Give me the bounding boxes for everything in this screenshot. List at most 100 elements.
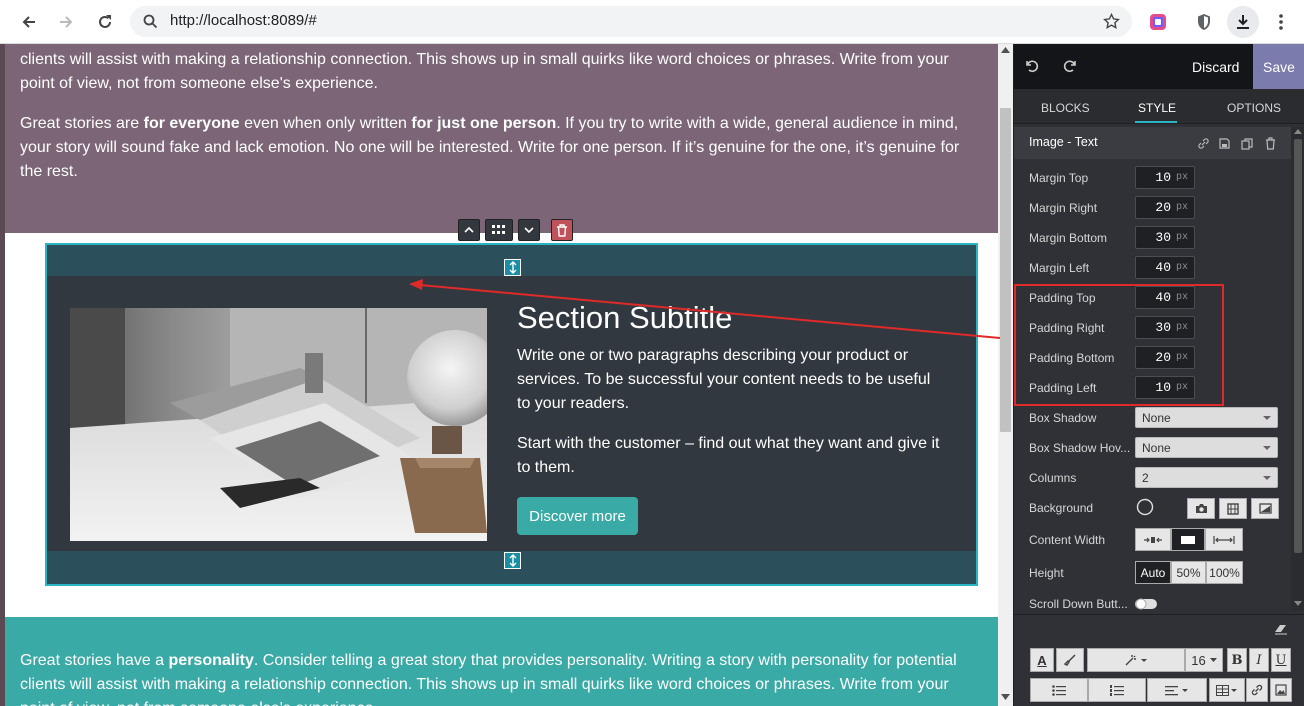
laptop-photo[interactable] bbox=[70, 308, 487, 541]
snippet-header: Image - Text bbox=[1014, 127, 1291, 159]
width-full-icon[interactable] bbox=[1205, 528, 1243, 551]
margin-left-label: Margin Left bbox=[1029, 261, 1090, 275]
margin-left-input[interactable]: 40 px bbox=[1135, 256, 1195, 279]
eraser-icon[interactable] bbox=[1274, 623, 1288, 635]
forward-icon[interactable] bbox=[50, 6, 82, 38]
web-page: clients will assist with making a relati… bbox=[0, 44, 1013, 706]
reload-icon[interactable] bbox=[89, 6, 121, 38]
box-shadow-select[interactable]: None bbox=[1135, 407, 1278, 428]
width-small-icon[interactable] bbox=[1135, 528, 1171, 551]
chevron-down-icon bbox=[1263, 476, 1271, 480]
snippet-toolbar bbox=[458, 219, 573, 241]
background-color-swatch-icon[interactable] bbox=[1136, 498, 1154, 516]
numbered-list-icon[interactable] bbox=[1088, 678, 1146, 702]
scroll-up-icon[interactable] bbox=[1001, 47, 1010, 53]
page-scrollbar[interactable] bbox=[998, 44, 1013, 706]
margin-right-label: Margin Right bbox=[1029, 201, 1098, 215]
margin-right-input[interactable]: 20 px bbox=[1135, 196, 1195, 219]
menu-kebab-icon[interactable] bbox=[1265, 6, 1297, 38]
discard-button[interactable]: Discard bbox=[1192, 59, 1239, 75]
resize-top-handle-icon[interactable] bbox=[504, 259, 521, 276]
drag-grid-icon[interactable] bbox=[485, 219, 513, 241]
customer-paragraph[interactable]: Start with the customer – find out what … bbox=[517, 432, 942, 480]
magic-wand-dropdown-icon[interactable] bbox=[1087, 648, 1185, 672]
scroll-down-icon[interactable] bbox=[1294, 601, 1302, 606]
bullet-list-icon[interactable] bbox=[1030, 678, 1088, 702]
snippet-title: Image - Text bbox=[1029, 135, 1098, 149]
box-shadow-hover-select[interactable]: None bbox=[1135, 437, 1278, 458]
redo-icon[interactable] bbox=[1063, 59, 1078, 73]
editor-scroll-thumb[interactable] bbox=[1294, 139, 1302, 553]
save-snippet-icon[interactable] bbox=[1219, 138, 1230, 149]
insert-image-icon[interactable] bbox=[1270, 678, 1292, 702]
columns-select[interactable]: 2 bbox=[1135, 467, 1278, 488]
margin-left-value: 40 bbox=[1155, 260, 1171, 275]
scroll-down-icon[interactable] bbox=[1001, 694, 1010, 700]
font-size-select[interactable]: 16 bbox=[1185, 648, 1223, 672]
height-50-button[interactable]: 50% bbox=[1171, 561, 1206, 584]
margin-top-input[interactable]: 10 px bbox=[1135, 166, 1195, 189]
active-tab-indicator bbox=[1135, 121, 1177, 123]
box-shadow-label: Box Shadow bbox=[1029, 411, 1097, 425]
scroll-thumb[interactable] bbox=[1000, 108, 1011, 432]
tab-style[interactable]: STYLE bbox=[1138, 101, 1176, 115]
description-paragraph[interactable]: Write one or two paragraphs describing y… bbox=[517, 344, 942, 416]
text-color-button[interactable]: A bbox=[1030, 648, 1054, 672]
annotation-highlight-box bbox=[1014, 284, 1224, 406]
duplicate-icon[interactable] bbox=[1241, 138, 1253, 150]
paragraph-personality: Great stories have a personality. Consid… bbox=[20, 652, 957, 669]
scroll-up-icon[interactable] bbox=[1294, 129, 1302, 134]
section-subtitle[interactable]: Section Subtitle bbox=[517, 300, 732, 336]
width-regular-icon[interactable] bbox=[1171, 528, 1205, 551]
save-button[interactable]: Save bbox=[1253, 44, 1304, 89]
bookmark-star-icon[interactable] bbox=[1103, 13, 1120, 30]
margin-bottom-label: Margin Bottom bbox=[1029, 231, 1108, 245]
background-image-camera-icon[interactable] bbox=[1187, 498, 1215, 519]
link-icon[interactable] bbox=[1198, 138, 1209, 149]
highlight-brush-icon[interactable] bbox=[1056, 648, 1084, 672]
background-label: Background bbox=[1029, 501, 1094, 515]
underline-button[interactable]: U bbox=[1271, 648, 1291, 672]
scroll-down-toggle[interactable] bbox=[1135, 598, 1157, 610]
text-section-top[interactable]: clients will assist with making a relati… bbox=[5, 44, 998, 233]
address-bar[interactable]: http://localhost:8089/# bbox=[130, 6, 1132, 37]
height-auto-button[interactable]: Auto bbox=[1135, 561, 1171, 584]
margin-bottom-input[interactable]: 30 px bbox=[1135, 226, 1195, 249]
resize-bottom-handle-icon[interactable] bbox=[504, 552, 521, 569]
editor-scrollbar[interactable] bbox=[1291, 127, 1304, 611]
chevron-down-icon bbox=[1263, 416, 1271, 420]
discover-more-button[interactable]: Discover more bbox=[517, 497, 638, 535]
font-size-value: 16 bbox=[1191, 652, 1206, 668]
table-dropdown-icon[interactable] bbox=[1209, 678, 1245, 702]
delete-snippet-icon[interactable] bbox=[1265, 137, 1276, 150]
search-icon bbox=[143, 14, 158, 29]
editor-top-bar: Discard Save bbox=[1014, 44, 1304, 89]
download-icon[interactable] bbox=[1227, 6, 1259, 38]
move-up-icon[interactable] bbox=[458, 219, 480, 241]
margin-top-label: Margin Top bbox=[1029, 171, 1089, 185]
browser-toolbar: http://localhost:8089/# bbox=[0, 0, 1304, 44]
bold-button[interactable]: B bbox=[1227, 648, 1247, 672]
insert-link-icon[interactable] bbox=[1246, 678, 1268, 702]
chevron-down-icon bbox=[1209, 658, 1217, 662]
tab-options[interactable]: OPTIONS bbox=[1227, 101, 1281, 115]
image-text-block[interactable]: Section Subtitle Write one or two paragr… bbox=[45, 243, 978, 586]
shield-extension-icon[interactable] bbox=[1188, 6, 1220, 38]
paragraph-line: point of view, not from someone else's e… bbox=[20, 697, 980, 706]
height-100-button[interactable]: 100% bbox=[1206, 561, 1243, 584]
italic-button[interactable]: I bbox=[1249, 648, 1269, 672]
background-shape-icon[interactable] bbox=[1251, 498, 1279, 519]
text-section-bottom[interactable]: Great stories have a personality. Consid… bbox=[5, 617, 998, 706]
content-width-label: Content Width bbox=[1029, 533, 1106, 547]
background-video-icon[interactable] bbox=[1219, 498, 1247, 519]
trash-icon[interactable] bbox=[551, 219, 573, 241]
unit-label: px bbox=[1175, 202, 1188, 213]
back-icon[interactable] bbox=[13, 6, 45, 38]
align-dropdown-icon[interactable] bbox=[1147, 678, 1207, 702]
url-text: http://localhost:8089/# bbox=[170, 12, 317, 29]
color-extension-icon[interactable] bbox=[1142, 6, 1174, 38]
tab-blocks[interactable]: BLOCKS bbox=[1041, 101, 1090, 115]
unit-label: px bbox=[1175, 232, 1188, 243]
move-down-icon[interactable] bbox=[518, 219, 540, 241]
undo-icon[interactable] bbox=[1024, 59, 1039, 73]
